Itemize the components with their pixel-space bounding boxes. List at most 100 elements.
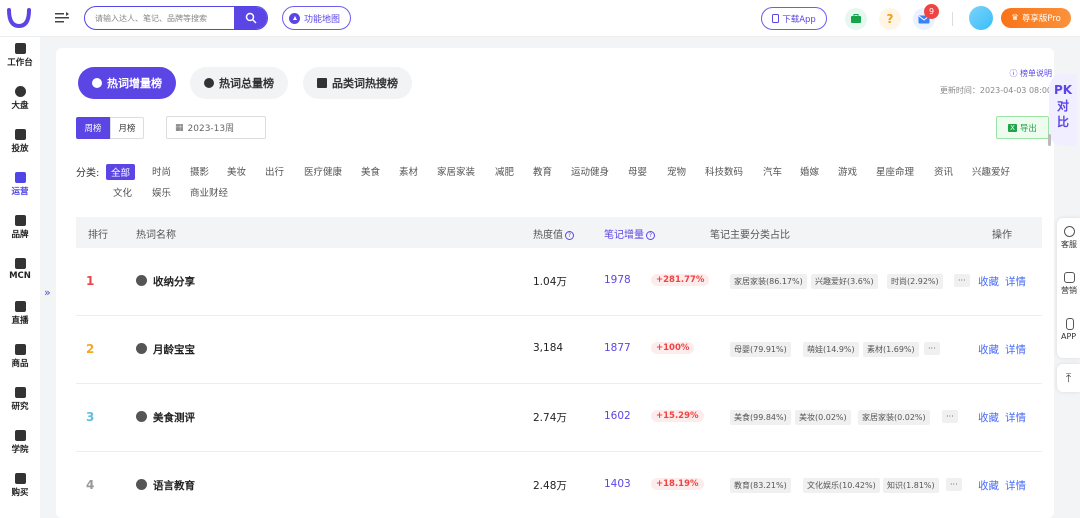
category-18[interactable]: 星座命理: [876, 164, 914, 178]
collect-button[interactable]: 收藏: [978, 344, 999, 356]
note-increase: 1877: [604, 342, 631, 354]
collect-button[interactable]: 收藏: [978, 276, 999, 288]
scrollbar-thumb[interactable]: [1048, 134, 1051, 146]
tab-hotword-increase[interactable]: 热词增量榜: [78, 67, 176, 99]
row-actions: 收藏 详情: [978, 274, 1032, 289]
category-12[interactable]: 母婴: [628, 164, 647, 178]
function-map-label: 功能地图: [304, 14, 341, 25]
increase-percent: +18.19%: [651, 478, 704, 490]
detail-button[interactable]: 详情: [1005, 480, 1026, 492]
category-17[interactable]: 游戏: [838, 164, 857, 178]
sidebar-item-workbench[interactable]: 工作台: [0, 43, 40, 68]
detail-button[interactable]: 详情: [1005, 344, 1026, 356]
header-share: 笔记主要分类占比: [710, 230, 790, 241]
pro-button[interactable]: ♛ 尊享版Pro: [1001, 8, 1071, 28]
sidebar: 工作台 大盘 投放 运营 品牌 MCN 直播 商品 研究 学院 购买: [0, 37, 40, 518]
back-to-top-icon: ⤒: [1065, 371, 1072, 385]
rank-number: 3: [86, 410, 95, 424]
rank-description-link[interactable]: ⓘ 榜单说明: [1009, 68, 1052, 79]
hotword-name[interactable]: 语言教育: [153, 478, 195, 493]
category-0[interactable]: 全部: [106, 164, 136, 180]
category-13[interactable]: 宠物: [667, 164, 686, 178]
share-tag: 素材(1.69%): [863, 342, 919, 357]
avatar[interactable]: [969, 6, 993, 30]
sidebar-item-research[interactable]: 研究: [0, 387, 40, 412]
period-month-button[interactable]: 月榜: [110, 117, 144, 139]
category-6[interactable]: 美食: [361, 164, 380, 178]
sidebar-item-brand[interactable]: 品牌: [0, 215, 40, 240]
video-icon: [14, 301, 26, 312]
sidebar-item-live[interactable]: 直播: [0, 301, 40, 326]
more-shares-button[interactable]: ···: [924, 342, 940, 355]
sidebar-item-purchase[interactable]: 购买: [0, 473, 40, 498]
row-actions: 收藏 详情: [978, 410, 1032, 425]
sidebar-item-dashboard[interactable]: 大盘: [0, 86, 40, 111]
more-shares-button[interactable]: ···: [942, 410, 958, 423]
category-22[interactable]: 娱乐: [152, 185, 171, 199]
category-10[interactable]: 教育: [533, 164, 552, 178]
category-16[interactable]: 婚嫁: [800, 164, 819, 178]
more-shares-button[interactable]: ···: [954, 274, 970, 287]
category-7[interactable]: 素材: [399, 164, 418, 178]
header-increase[interactable]: 笔记增量?: [604, 226, 655, 241]
folder-icon: [14, 129, 26, 140]
marketing-button[interactable]: 营销: [1057, 272, 1080, 296]
back-to-top-button[interactable]: ⤒: [1057, 364, 1080, 392]
tab-hotword-total[interactable]: 热词总量榜: [190, 67, 288, 99]
pk-compare-button[interactable]: PK 对 比: [1049, 74, 1077, 146]
share-tag: 知识(1.81%): [883, 478, 939, 493]
service-button[interactable]: 客服: [1057, 226, 1080, 250]
category-11[interactable]: 运动健身: [571, 164, 609, 178]
sidebar-item-academy[interactable]: 学院: [0, 430, 40, 455]
tab-category-hot-search[interactable]: 品类词热搜榜: [303, 67, 412, 99]
category-3[interactable]: 美妆: [227, 164, 246, 178]
sidebar-item-mcn[interactable]: MCN: [0, 258, 40, 281]
expand-sidebar-icon[interactable]: »: [44, 286, 51, 299]
download-app-button[interactable]: 下载App: [761, 7, 827, 30]
logo-icon[interactable]: [6, 6, 32, 30]
category-20[interactable]: 兴趣爱好: [972, 164, 1010, 178]
category-9[interactable]: 减肥: [495, 164, 514, 178]
sidebar-item-advertise[interactable]: 投放: [0, 129, 40, 154]
category-23[interactable]: 商业财经: [190, 185, 228, 199]
period-week-button[interactable]: 周榜: [76, 117, 110, 139]
category-2[interactable]: 摄影: [190, 164, 209, 178]
category-14[interactable]: 科技数码: [705, 164, 743, 178]
toolbox-icon[interactable]: [845, 8, 867, 30]
rank-number: 2: [86, 342, 95, 356]
export-button[interactable]: X 导出: [996, 116, 1049, 139]
function-map-button[interactable]: 功能地图: [282, 6, 352, 30]
search-input[interactable]: [85, 7, 234, 29]
date-picker[interactable]: ▦ 2023-13周: [166, 116, 266, 139]
share-tag: 教育(83.21%): [730, 478, 791, 493]
category-5[interactable]: 医疗健康: [304, 164, 342, 178]
category-8[interactable]: 家居家装: [437, 164, 475, 178]
help-icon[interactable]: ?: [879, 8, 901, 30]
detail-button[interactable]: 详情: [1005, 412, 1026, 424]
app-button[interactable]: APP: [1057, 318, 1080, 341]
category-1[interactable]: 时尚: [152, 164, 171, 178]
detail-button[interactable]: 详情: [1005, 276, 1026, 288]
menu-toggle-icon[interactable]: [54, 10, 70, 26]
sidebar-item-operation[interactable]: 运营: [0, 172, 40, 197]
header-heat[interactable]: 热度值?: [533, 226, 574, 241]
hotword-name[interactable]: 美食测评: [153, 410, 195, 425]
more-shares-button[interactable]: ···: [946, 478, 962, 491]
row-actions: 收藏 详情: [978, 478, 1032, 493]
search-button[interactable]: [234, 7, 267, 29]
collect-button[interactable]: 收藏: [978, 480, 999, 492]
grid-icon: [317, 78, 327, 88]
increase-percent: +100%: [651, 342, 695, 354]
download-app-label: 下载App: [782, 14, 816, 25]
flask-icon: [14, 387, 26, 398]
category-4[interactable]: 出行: [265, 164, 284, 178]
hotword-name[interactable]: 月龄宝宝: [153, 342, 195, 357]
sidebar-item-product[interactable]: 商品: [0, 344, 40, 369]
collect-button[interactable]: 收藏: [978, 412, 999, 424]
category-21[interactable]: 文化: [113, 185, 132, 199]
category-15[interactable]: 汽车: [763, 164, 782, 178]
category-19[interactable]: 资讯: [934, 164, 953, 178]
search-icon: [245, 12, 257, 24]
hotword-name[interactable]: 收纳分享: [153, 274, 195, 289]
header-rank: 排行: [88, 230, 108, 241]
